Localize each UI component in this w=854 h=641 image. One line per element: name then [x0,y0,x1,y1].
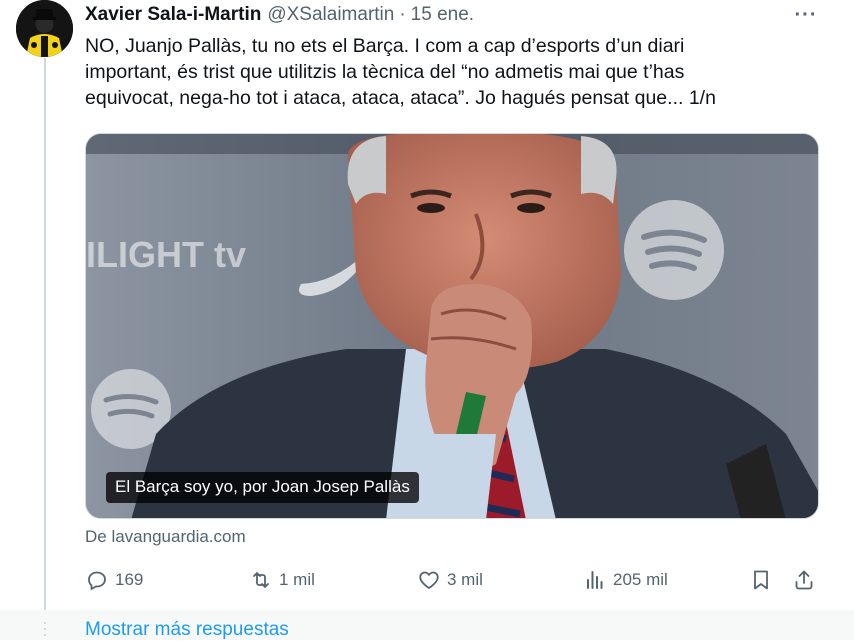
views-icon [587,571,603,589]
card-caption: El Barça soy yo, por Joan Josep Pallàs [106,472,419,503]
like-count: 3 mil [447,570,483,589]
bookmark-icon [754,570,768,590]
tweet-text: NO, Juanjo Pallàs, tu no ets el Barça. I… [85,35,716,109]
reply-button[interactable]: 169 [85,565,143,595]
heart-icon [419,571,439,589]
bookmark-button[interactable] [749,565,773,595]
tweet-date[interactable]: 15 ene. [411,4,474,26]
avatar[interactable] [16,0,73,57]
thread-dots [44,622,46,640]
share-icon [795,570,813,590]
card-source[interactable]: De lavanguardia.com [85,527,246,547]
avatar-image [16,0,73,57]
reply-icon [88,571,106,590]
reply-count: 169 [115,570,144,589]
like-button[interactable]: 3 mil [417,565,483,595]
tweet-header: Xavier Sala-i-Martin @XSalaimartin · 15 … [85,3,474,27]
retweet-count: 1 mil [279,570,315,589]
share-button[interactable] [792,565,816,595]
more-options-button[interactable]: ··· [792,4,820,26]
retweet-icon [253,572,269,588]
display-name[interactable]: Xavier Sala-i-Martin [85,4,261,26]
action-bar: 169 1 mil 3 mil 205 mil [85,565,825,595]
user-handle[interactable]: @XSalaimartin [267,4,394,26]
backdrop-text: ILIGHT tv [86,234,246,275]
card-image: ILIGHT tv [86,134,818,518]
show-more-replies-link[interactable]: Mostrar más respuestas [85,619,289,641]
header-separator: · [399,4,406,25]
thread-line [44,58,46,610]
link-card[interactable]: ILIGHT tv El Barça soy yo, por Joan Jose… [85,133,819,519]
retweet-button[interactable]: 1 mil [249,565,315,595]
views-button[interactable]: 205 mil [583,565,668,595]
views-count: 205 mil [613,570,668,589]
